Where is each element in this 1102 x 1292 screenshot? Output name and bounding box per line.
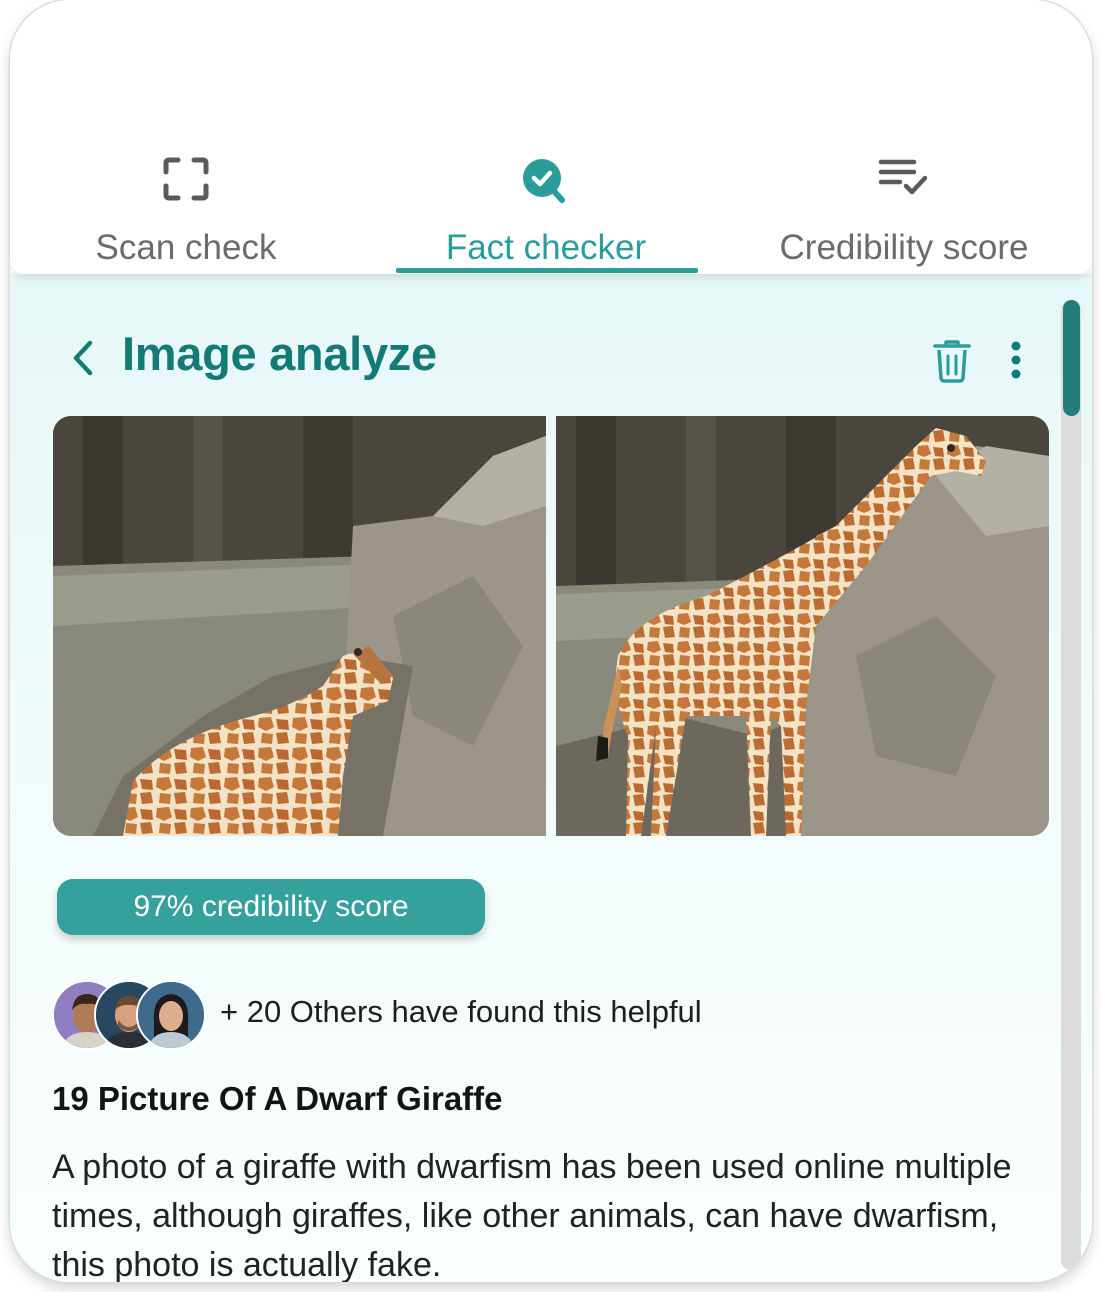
avatar-group	[52, 980, 212, 1050]
credibility-score-badge: 97% credibility score	[57, 879, 485, 935]
avatar	[136, 980, 206, 1050]
article-title: 19 Picture Of A Dwarf Giraffe	[52, 1080, 503, 1117]
more-options-button[interactable]	[1004, 340, 1028, 380]
trash-icon	[933, 340, 971, 383]
article-body: A photo of a giraffe with dwarfism has b…	[52, 1148, 1012, 1282]
page-title: Image analyze	[122, 327, 437, 380]
tab-label: Fact checker	[445, 228, 647, 267]
comparison-image-original-giraffe[interactable]	[556, 416, 1049, 836]
fact-check-icon	[520, 156, 572, 211]
comparison-image-dwarf-giraffe[interactable]	[53, 416, 546, 836]
tab-credibility-score[interactable]: Credibility score	[762, 150, 1046, 274]
more-vertical-icon	[1011, 341, 1021, 379]
tab-label: Credibility score	[779, 228, 1029, 267]
tab-fact-checker[interactable]: Fact checker	[406, 150, 686, 274]
tab-scan-check[interactable]: Scan check	[54, 150, 318, 274]
active-tab-indicator	[396, 268, 698, 273]
phone-frame: Scan check Fact checker Credibility scor…	[10, 0, 1092, 1282]
scrollbar-thumb[interactable]	[1063, 300, 1080, 416]
back-button[interactable]	[64, 336, 104, 380]
list-check-icon	[878, 156, 930, 203]
giraffe-photo-icon	[53, 416, 546, 836]
scan-icon	[162, 156, 210, 207]
giraffe-photo-icon	[556, 416, 1049, 836]
helpful-count-text: + 20 Others have found this helpful	[220, 994, 702, 1029]
scrollbar-track[interactable]	[1061, 300, 1081, 1270]
delete-button[interactable]	[932, 338, 972, 384]
chevron-left-icon	[73, 340, 93, 376]
tab-label: Scan check	[95, 228, 277, 267]
